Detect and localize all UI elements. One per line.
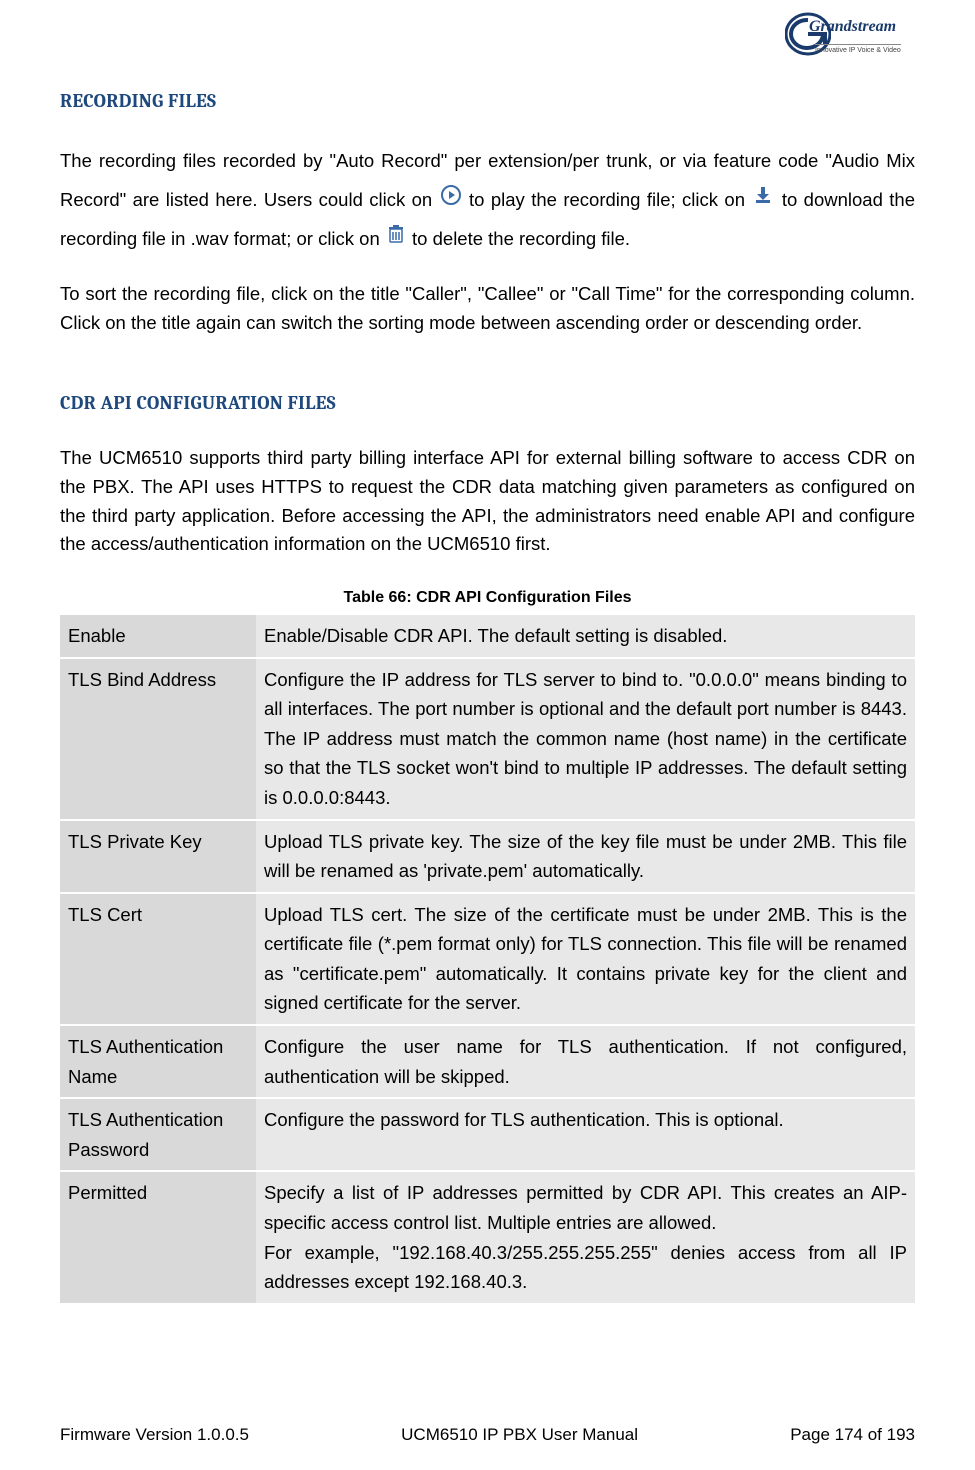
footer-title: UCM6510 IP PBX User Manual bbox=[401, 1425, 638, 1445]
cdr-paragraph-1: The UCM6510 supports third party billing… bbox=[60, 444, 915, 559]
config-key: TLS Cert bbox=[60, 893, 256, 1025]
text-fragment: to delete the recording file. bbox=[412, 228, 630, 249]
table-caption: Table 66: CDR API Configuration Files bbox=[60, 589, 915, 607]
trash-icon bbox=[387, 219, 405, 258]
table-row: EnableEnable/Disable CDR API. The defaul… bbox=[60, 615, 915, 658]
config-key: TLS Bind Address bbox=[60, 658, 256, 820]
config-value: Enable/Disable CDR API. The default sett… bbox=[256, 615, 915, 658]
cdr-config-table: EnableEnable/Disable CDR API. The defaul… bbox=[60, 615, 915, 1303]
logo-tagline: Innovative IP Voice & Video bbox=[815, 44, 901, 54]
footer-firmware: Firmware Version 1.0.0.5 bbox=[60, 1425, 249, 1445]
table-row: PermittedSpecify a list of IP addresses … bbox=[60, 1171, 915, 1302]
download-icon bbox=[753, 180, 773, 219]
footer-page: Page 174 of 193 bbox=[790, 1425, 915, 1445]
brand-logo: Grandstream Innovative IP Voice & Video bbox=[785, 10, 915, 65]
config-key: Enable bbox=[60, 615, 256, 658]
config-key: TLS Private Key bbox=[60, 820, 256, 893]
section-heading-recording: RECORDING FILES bbox=[60, 90, 915, 112]
table-row: TLS CertUpload TLS cert. The size of the… bbox=[60, 893, 915, 1025]
page-content: Grandstream Innovative IP Voice & Video … bbox=[0, 0, 975, 1303]
page-footer: Firmware Version 1.0.0.5 UCM6510 IP PBX … bbox=[60, 1425, 915, 1445]
logo-brand-text: Grandstream bbox=[809, 18, 896, 36]
config-key: TLS Authentication Name bbox=[60, 1025, 256, 1098]
config-value: Upload TLS private key. The size of the … bbox=[256, 820, 915, 893]
config-value: Configure the user name for TLS authenti… bbox=[256, 1025, 915, 1098]
recording-paragraph-1: The recording files recorded by "Auto Re… bbox=[60, 142, 915, 260]
config-value: Configure the IP address for TLS server … bbox=[256, 658, 915, 820]
table-row: TLS Private KeyUpload TLS private key. T… bbox=[60, 820, 915, 893]
recording-paragraph-2: To sort the recording file, click on the… bbox=[60, 280, 915, 337]
config-value: Specify a list of IP addresses permitted… bbox=[256, 1171, 915, 1302]
config-value: Upload TLS cert. The size of the certifi… bbox=[256, 893, 915, 1025]
section-heading-cdr-api: CDR API CONFIGURATION FILES bbox=[60, 392, 915, 414]
table-row: TLS Bind AddressConfigure the IP address… bbox=[60, 658, 915, 820]
config-value: Configure the password for TLS authentic… bbox=[256, 1098, 915, 1171]
table-row: TLS Authentication PasswordConfigure the… bbox=[60, 1098, 915, 1171]
text-fragment: to play the recording file; click on bbox=[469, 189, 751, 210]
table-row: TLS Authentication NameConfigure the use… bbox=[60, 1025, 915, 1098]
play-icon bbox=[441, 180, 461, 219]
config-key: TLS Authentication Password bbox=[60, 1098, 256, 1171]
config-key: Permitted bbox=[60, 1171, 256, 1302]
